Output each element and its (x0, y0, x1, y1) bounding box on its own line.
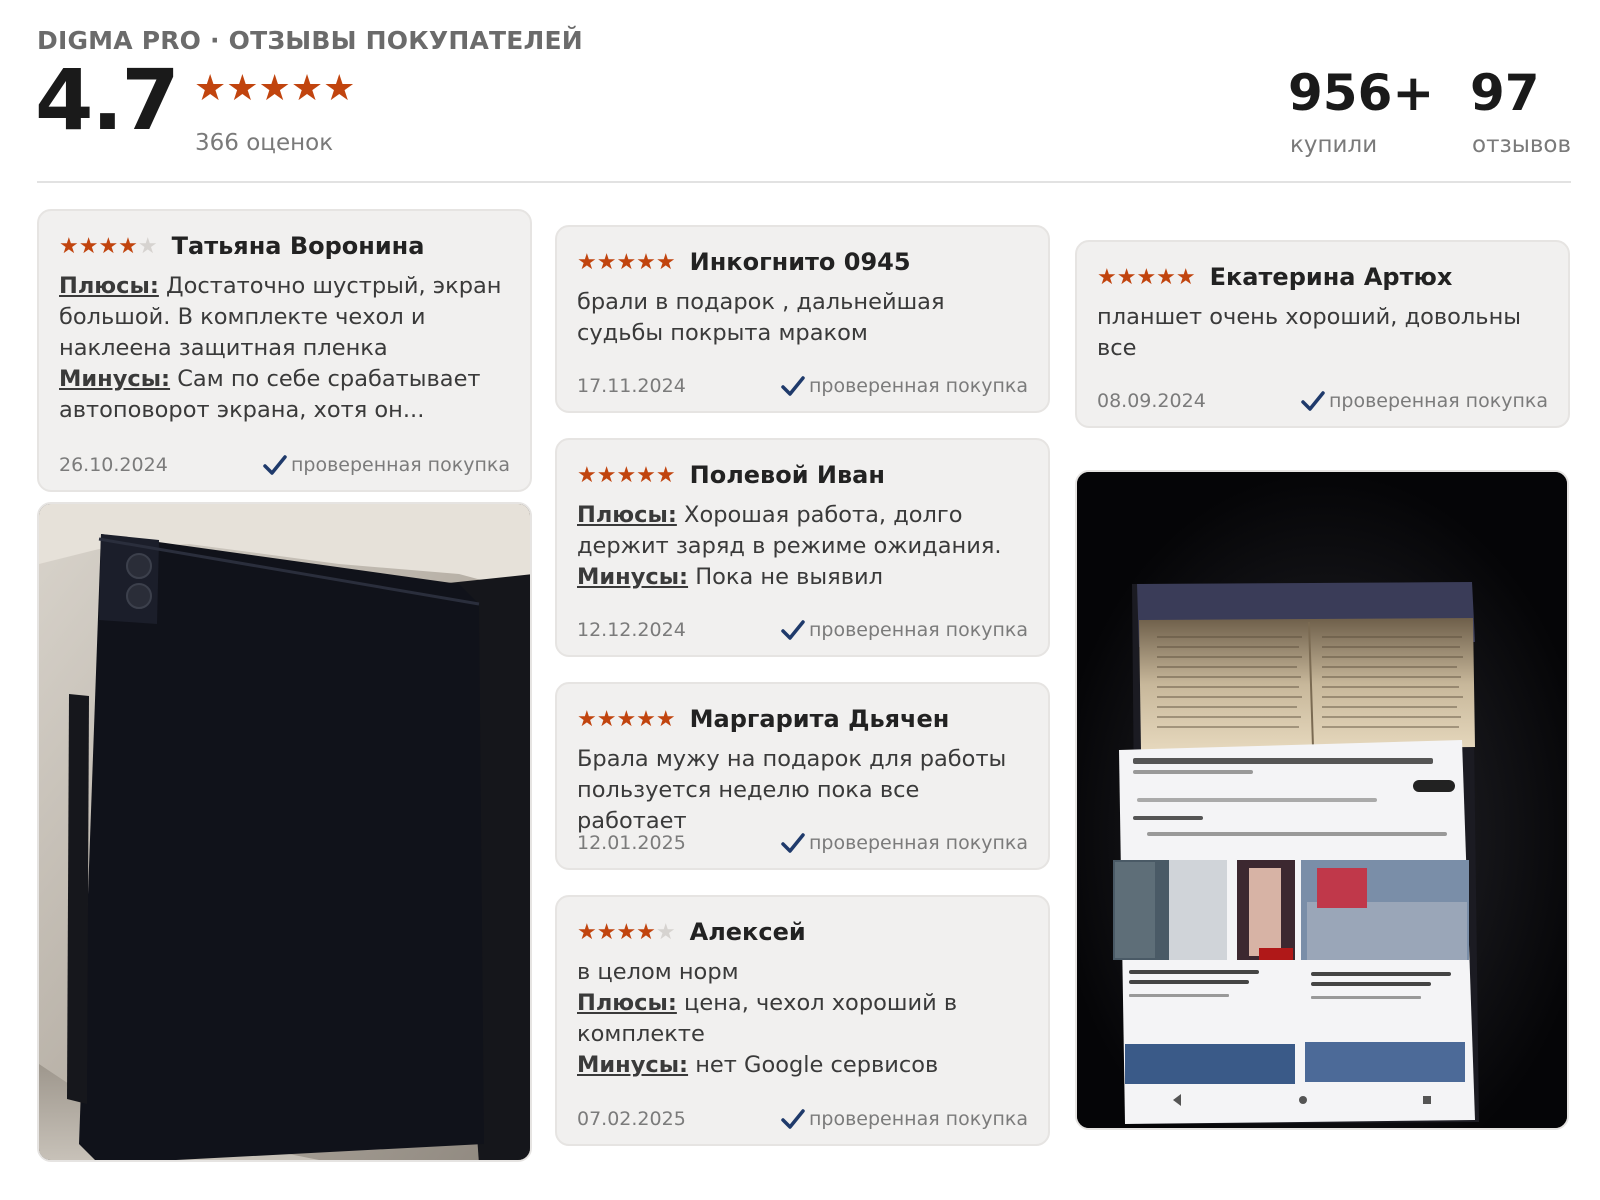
review-stars: ★★★★★ (577, 919, 676, 944)
review-date: 07.02.2025 (577, 1108, 686, 1130)
reviews-label: отзывов (1472, 132, 1572, 158)
pros-label: Плюсы: (577, 990, 677, 1016)
check-icon (781, 833, 805, 853)
review-card[interactable]: ★★★★★ Татьяна Воронина Плюсы: Достаточно… (37, 209, 532, 492)
verified-label: проверенная покупка (808, 1108, 1028, 1130)
verified-badge: проверенная покупка (1301, 390, 1548, 412)
review-author: Полевой Иван (689, 461, 885, 489)
review-stars: ★★★★★ (577, 249, 676, 274)
review-photo-screen[interactable] (1075, 470, 1569, 1130)
cons-text: нет Google сервисов (695, 1052, 939, 1078)
average-rating: 4.7 (35, 51, 180, 149)
verified-badge: проверенная покупка (781, 375, 1028, 397)
cons-label: Минусы: (577, 1052, 689, 1078)
cons-text: Пока не выявил (695, 564, 883, 590)
average-rating-stars: ★★★★★ (194, 67, 356, 108)
review-summary: в целом норм (577, 959, 739, 985)
review-date: 12.12.2024 (577, 619, 686, 641)
review-card[interactable]: ★★★★★ Полевой Иван Плюсы: Хорошая работа… (555, 438, 1050, 657)
check-icon (1301, 391, 1325, 411)
review-date: 26.10.2024 (59, 454, 168, 476)
review-text: Брала мужу на подарок для работы пользуе… (577, 746, 1007, 834)
review-author: Инкогнито 0945 (689, 248, 911, 276)
review-stars: ★★★★★ (1097, 264, 1196, 289)
verified-badge: проверенная покупка (263, 454, 510, 476)
review-stars: ★★★★★ (59, 233, 158, 258)
review-author: Маргарита Дьячен (689, 705, 950, 733)
review-card[interactable]: ★★★★★ Алексей в целом норм Плюсы: цена, … (555, 895, 1050, 1146)
review-card[interactable]: ★★★★★ Маргарита Дьячен Брала мужу на под… (555, 682, 1050, 870)
review-date: 12.01.2025 (577, 832, 686, 854)
screen-photo-image (1077, 472, 1567, 1128)
pros-label: Плюсы: (59, 273, 159, 299)
review-stars: ★★★★★ (577, 462, 676, 487)
review-text: в целом норм Плюсы: цена, чехол хороший … (577, 957, 1028, 1081)
verified-badge: проверенная покупка (781, 832, 1028, 854)
cons-label: Минусы: (577, 564, 689, 590)
tablet-photo-image (39, 504, 530, 1160)
review-stars: ★★★★★ (577, 706, 676, 731)
review-date: 17.11.2024 (577, 375, 686, 397)
verified-label: проверенная покупка (290, 454, 510, 476)
check-icon (781, 376, 805, 396)
verified-label: проверенная покупка (808, 832, 1028, 854)
review-card[interactable]: ★★★★★ Инкогнито 0945 брали в подарок , д… (555, 225, 1050, 413)
review-author: Татьяна Воронина (171, 232, 425, 260)
review-author: Алексей (689, 918, 806, 946)
review-text: планшет очень хороший, довольны все (1097, 304, 1522, 361)
review-card[interactable]: ★★★★★ Екатерина Артюх планшет очень хоро… (1075, 240, 1570, 428)
verified-label: проверенная покупка (808, 375, 1028, 397)
pros-label: Плюсы: (577, 502, 677, 528)
header-divider (37, 181, 1571, 183)
verified-label: проверенная покупка (808, 619, 1028, 641)
review-text: брали в подарок , дальнейшая судьбы покр… (577, 289, 945, 346)
bought-label: купили (1290, 132, 1378, 158)
review-photo-tablet[interactable] (37, 502, 532, 1162)
bought-count: 956+ (1288, 64, 1435, 122)
verified-label: проверенная покупка (1328, 390, 1548, 412)
ratings-count: 366 оценок (195, 130, 334, 156)
review-text: Плюсы: Достаточно шустрый, экран большой… (59, 271, 510, 426)
review-date: 08.09.2024 (1097, 390, 1206, 412)
check-icon (781, 620, 805, 640)
cons-label: Минусы: (59, 366, 171, 392)
reviews-count: 97 (1470, 64, 1540, 122)
verified-badge: проверенная покупка (781, 619, 1028, 641)
review-author: Екатерина Артюх (1209, 263, 1453, 291)
verified-badge: проверенная покупка (781, 1108, 1028, 1130)
check-icon (263, 455, 287, 475)
check-icon (781, 1109, 805, 1129)
review-text: Плюсы: Хорошая работа, долго держит заря… (577, 500, 1028, 593)
